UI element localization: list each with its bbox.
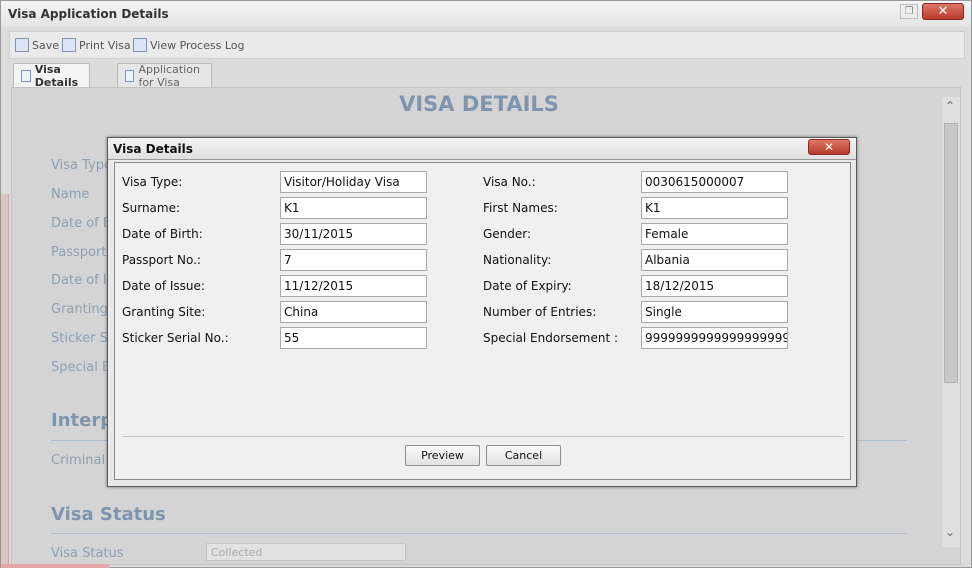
- window-title: Visa Application Details: [8, 7, 169, 21]
- section-visa-status-heading: Visa Status: [51, 504, 166, 525]
- background-window-edge: [1, 194, 9, 564]
- printer-icon: [62, 38, 76, 52]
- bg-label-visa-status: Visa Status: [51, 546, 124, 561]
- log-table-icon: [133, 38, 147, 52]
- print-visa-label: Print Visa: [79, 38, 131, 52]
- date-of-expiry-label: Date of Expiry:: [483, 279, 572, 293]
- date-of-issue-field[interactable]: 11/12/2015: [280, 275, 427, 297]
- bg-label-granting-site: Granting: [51, 302, 108, 317]
- date-of-birth-label: Date of Birth:: [122, 227, 203, 241]
- date-of-issue-label: Date of Issue:: [122, 279, 205, 293]
- save-label: Save: [32, 38, 60, 52]
- toolbar: Save Print Visa View Process Log: [9, 31, 965, 59]
- dialog-divider: [122, 436, 844, 437]
- bg-label-date-of-issue: Date of Is: [51, 273, 114, 288]
- passport-no-label: Passport No.:: [122, 253, 201, 267]
- nationality-label: Nationality:: [483, 253, 552, 267]
- dialog-body: Visa Type: Visitor/Holiday Visa Surname:…: [114, 162, 851, 480]
- visa-no-field[interactable]: 0030615000007: [641, 171, 788, 193]
- bg-label-name: Name: [51, 187, 90, 202]
- gender-field[interactable]: Female: [641, 223, 788, 245]
- nationality-field[interactable]: Albania: [641, 249, 788, 271]
- vertical-scrollbar[interactable]: ⌃ ⌄: [942, 97, 960, 547]
- floppy-disk-icon: [15, 38, 29, 52]
- first-names-field[interactable]: K1: [641, 197, 788, 219]
- first-names-label: First Names:: [483, 201, 558, 215]
- visa-type-field[interactable]: Visitor/Holiday Visa: [280, 171, 427, 193]
- cancel-button[interactable]: Cancel: [486, 445, 561, 466]
- visa-status-field[interactable]: Collected: [206, 543, 406, 561]
- date-of-birth-field[interactable]: 30/11/2015: [280, 223, 427, 245]
- tab-application-for-visa[interactable]: Application for Visa: [117, 62, 213, 89]
- view-process-log-button[interactable]: View Process Log: [133, 38, 244, 52]
- form-icon: [21, 70, 31, 82]
- dialog-close-button[interactable]: ✕: [808, 139, 850, 155]
- bg-label-sticker-serial: Sticker S: [51, 331, 108, 346]
- tab-visa-details[interactable]: Visa Details: [13, 63, 91, 89]
- scroll-down-icon[interactable]: ⌄: [945, 525, 955, 539]
- scroll-up-icon[interactable]: ⌃: [945, 99, 955, 113]
- surname-label: Surname:: [122, 201, 181, 215]
- background-window-edge: [1, 564, 109, 568]
- window-close-button[interactable]: ✕: [922, 3, 964, 20]
- visa-details-dialog: Visa Details ✕ Visa Type: Visitor/Holida…: [107, 137, 857, 487]
- sticker-serial-no-field[interactable]: 55: [280, 327, 427, 349]
- bg-label-passport: Passport: [51, 245, 107, 260]
- dialog-title-bar: Visa Details ✕: [108, 138, 856, 160]
- bg-label-visa-type: Visa Type: [51, 158, 112, 173]
- tab-application-for-visa-label: Application for Visa: [138, 62, 200, 89]
- visa-type-label: Visa Type:: [122, 175, 183, 189]
- granting-site-field[interactable]: China: [280, 301, 427, 323]
- bg-label-date-of-birth: Date of B: [51, 216, 112, 231]
- surname-field[interactable]: K1: [280, 197, 427, 219]
- passport-no-field[interactable]: 7: [280, 249, 427, 271]
- gender-label: Gender:: [483, 227, 532, 241]
- window-title-bar: Visa Application Details ❐ ✕: [1, 1, 971, 27]
- save-button[interactable]: Save: [15, 38, 59, 52]
- preview-button[interactable]: Preview: [405, 445, 480, 466]
- tab-visa-details-label: Visa Details: [34, 63, 79, 89]
- print-visa-button[interactable]: Print Visa: [62, 38, 131, 52]
- granting-site-label: Granting Site:: [122, 305, 206, 319]
- form-icon: [125, 69, 135, 82]
- sticker-serial-no-label: Sticker Serial No.:: [122, 331, 229, 345]
- view-process-log-label: View Process Log: [150, 38, 245, 52]
- special-endorsement-field[interactable]: 9999999999999999999999: [641, 327, 788, 349]
- page-title: VISA DETAILS: [399, 92, 559, 116]
- dialog-title: Visa Details: [113, 142, 193, 156]
- number-of-entries-label: Number of Entries:: [483, 305, 597, 319]
- special-endorsement-label: Special Endorsement :: [483, 331, 619, 345]
- number-of-entries-field[interactable]: Single: [641, 301, 788, 323]
- restore-icon[interactable]: ❐: [900, 4, 918, 19]
- section-divider: [51, 533, 907, 534]
- date-of-expiry-field[interactable]: 18/12/2015: [641, 275, 788, 297]
- visa-no-label: Visa No.:: [483, 175, 536, 189]
- bg-label-special-endorsement: Special E: [51, 360, 111, 375]
- scrollbar-thumb[interactable]: [944, 123, 958, 383]
- bg-label-criminal: Criminal: [51, 453, 106, 468]
